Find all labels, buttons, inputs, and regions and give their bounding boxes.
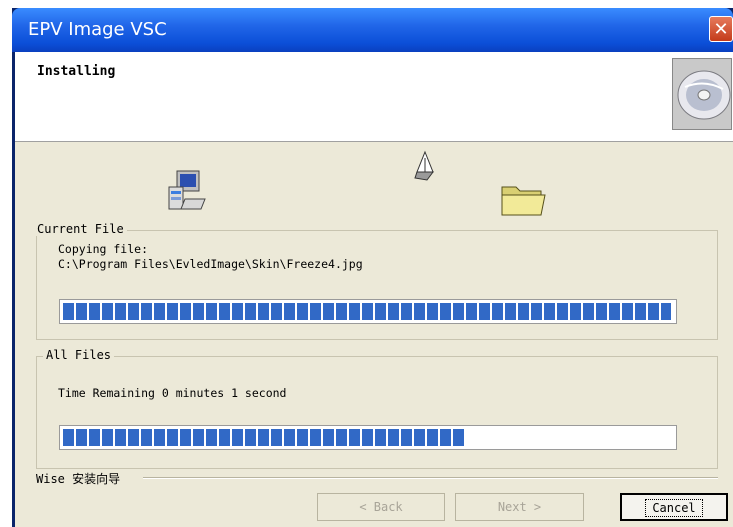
close-button[interactable]: ✕ — [709, 16, 733, 42]
next-button[interactable]: Next > — [455, 493, 584, 521]
flying-document-icon — [412, 150, 438, 189]
wise-brand-label: Wise 安装向导 — [36, 472, 121, 486]
cd-disc-icon — [672, 58, 732, 130]
cancel-button[interactable]: Cancel — [620, 493, 728, 521]
title-bar[interactable]: EPV Image VSC ✕ — [12, 8, 733, 52]
all-files-progress-fill — [63, 429, 464, 446]
dialog-body: Installing Current File Copying file: C:… — [15, 52, 733, 527]
back-button[interactable]: < Back — [317, 493, 445, 521]
current-file-progress — [59, 299, 677, 324]
folder-icon — [499, 179, 547, 224]
window-title: EPV Image VSC — [28, 19, 167, 40]
copying-label: Copying file: — [58, 242, 149, 256]
footer-separator — [143, 477, 718, 479]
page-title: Installing — [37, 64, 116, 79]
all-files-progress — [59, 425, 677, 450]
current-file-progress-fill — [63, 303, 671, 320]
header-panel: Installing — [15, 52, 733, 142]
computer-icon — [165, 169, 209, 218]
all-files-legend: All Files — [43, 348, 115, 362]
current-file-legend: Current File — [34, 222, 127, 236]
installer-window: EPV Image VSC ✕ Installing Current File … — [12, 8, 733, 527]
time-remaining-text: Time Remaining 0 minutes 1 second — [58, 386, 287, 400]
all-files-group — [36, 356, 718, 469]
current-file-path: C:\Program Files\EvledImage\Skin\Freeze4… — [58, 257, 363, 271]
